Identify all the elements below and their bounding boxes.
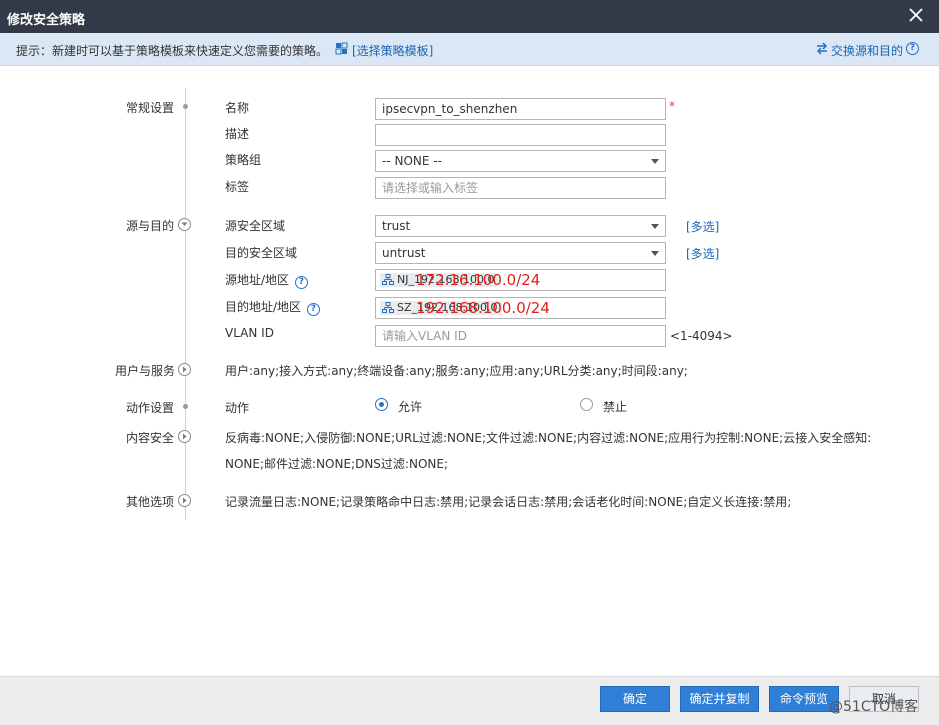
dest-address-label: 目的地址/地区 ? — [225, 298, 320, 316]
vlan-id-input[interactable]: 请输入VLAN ID — [375, 325, 666, 347]
user-service-summary: 用户:any;接入方式:any;终端设备:any;服务:any;应用:any;U… — [225, 364, 688, 378]
deny-radio[interactable] — [580, 398, 593, 411]
expand-user-service-icon[interactable] — [178, 363, 191, 376]
swap-icon[interactable] — [816, 42, 828, 55]
tag-label: 标签 — [225, 180, 250, 194]
dest-address-label-text: 目的地址/地区 — [225, 300, 302, 314]
section-user-service-label: 用户与服务 — [115, 364, 176, 378]
template-icon[interactable] — [335, 42, 348, 55]
help-icon[interactable]: ? — [306, 303, 320, 316]
dest-address-annotation: 192.168.100.0/24 — [416, 299, 550, 317]
policy-group-select[interactable]: -- NONE -- — [375, 150, 666, 172]
source-zone-label: 源安全区域 — [225, 219, 286, 233]
allow-label[interactable]: 允许 — [398, 398, 422, 415]
section-timeline-line — [185, 88, 186, 520]
help-icon[interactable]: ? — [906, 42, 919, 55]
swap-source-dest-link[interactable]: 交换源和目的 — [831, 42, 903, 59]
policy-group-value: -- NONE -- — [382, 154, 442, 168]
description-input[interactable] — [375, 124, 666, 146]
collapse-source-dest-icon[interactable] — [178, 218, 191, 231]
section-content-label: 内容安全 — [126, 431, 175, 445]
dest-zone-value: untrust — [382, 246, 426, 260]
expand-other-icon[interactable] — [178, 494, 191, 507]
network-icon — [382, 274, 394, 285]
dest-zone-multi-link[interactable]: [多选] — [686, 245, 719, 262]
vlan-id-label: VLAN ID — [225, 326, 274, 340]
tag-input[interactable]: 请选择或输入标签 — [375, 177, 666, 199]
section-action-label: 动作设置 — [126, 401, 175, 415]
source-zone-multi-link[interactable]: [多选] — [686, 218, 719, 235]
source-zone-value: trust — [382, 219, 411, 233]
dialog-titlebar: 修改安全策略 — [0, 0, 939, 33]
tip-bar: 提示：新建时可以基于策略模板来快速定义您需要的策略。 [选择策略模板] 交换源和… — [0, 33, 939, 66]
other-options-summary: 记录流量日志:NONE;记录策略命中日志:禁用;记录会话日志:禁用;会话老化时间… — [225, 495, 792, 509]
action-label: 动作 — [225, 401, 250, 415]
required-mark: * — [669, 99, 675, 113]
expand-content-icon[interactable] — [178, 430, 191, 443]
source-address-label: 源地址/地区 ? — [225, 271, 308, 289]
source-address-label-text: 源地址/地区 — [225, 273, 290, 287]
source-address-annotation: 172.16.100.0/24 — [416, 271, 541, 289]
vlan-range-hint: <1-4094> — [670, 329, 733, 343]
dest-zone-select[interactable]: untrust — [375, 242, 666, 264]
watermark: @51CTO博客 — [829, 699, 919, 715]
chevron-down-icon — [651, 251, 659, 256]
chevron-down-icon — [651, 159, 659, 164]
description-label: 描述 — [225, 127, 250, 141]
content-security-summary-line1: 反病毒:NONE;入侵防御:NONE;URL过滤:NONE;文件过滤:NONE;… — [225, 431, 872, 445]
policy-group-label: 策略组 — [225, 153, 262, 167]
ok-and-copy-button[interactable]: 确定并复制 — [680, 686, 759, 712]
chevron-down-icon — [651, 224, 659, 229]
select-template-link[interactable]: [选择策略模板] — [352, 42, 433, 59]
close-icon[interactable] — [907, 6, 925, 24]
tip-text: 提示：新建时可以基于策略模板来快速定义您需要的策略。 — [16, 44, 329, 58]
section-action-dot — [183, 404, 188, 409]
name-label: 名称 — [225, 101, 250, 115]
section-other-label: 其他选项 — [126, 495, 175, 509]
deny-label[interactable]: 禁止 — [603, 398, 627, 415]
dest-zone-label: 目的安全区域 — [225, 246, 298, 260]
help-icon[interactable]: ? — [294, 276, 308, 289]
section-source-dest-label: 源与目的 — [126, 219, 175, 233]
allow-radio[interactable] — [375, 398, 388, 411]
source-zone-select[interactable]: trust — [375, 215, 666, 237]
content-security-summary-line2: NONE;邮件过滤:NONE;DNS过滤:NONE; — [225, 457, 448, 471]
network-icon — [382, 302, 394, 313]
section-general-label: 常规设置 — [126, 101, 175, 115]
section-general-dot — [183, 104, 188, 109]
ok-button[interactable]: 确定 — [600, 686, 670, 712]
dialog-title: 修改安全策略 — [7, 13, 86, 28]
name-input[interactable]: ipsecvpn_to_shenzhen — [375, 98, 666, 120]
